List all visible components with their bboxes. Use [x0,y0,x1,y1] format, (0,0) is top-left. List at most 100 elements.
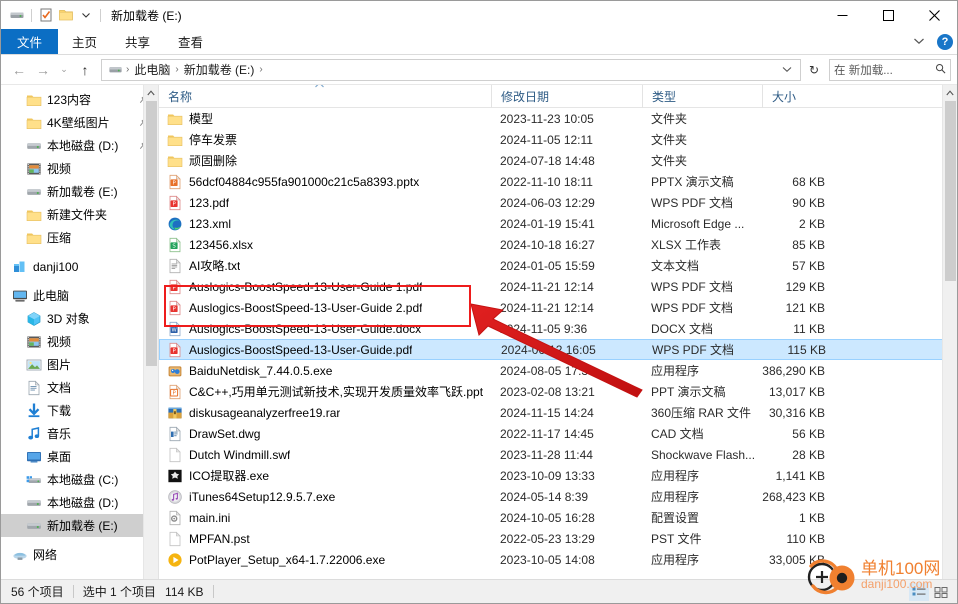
tab-file[interactable]: 文件 [1,29,59,54]
sidebar-item-10[interactable]: 视频 [1,330,158,353]
list-scroll-up-icon[interactable] [943,85,957,100]
sidebar-item-2[interactable]: 本地磁盘 (D:) [1,134,158,157]
sidebar-item-8[interactable]: 此电脑 [1,284,158,307]
file-name-cell[interactable]: BaiduNetdisk_7.44.0.5.exe [159,360,491,381]
file-name-cell[interactable]: P Auslogics-BoostSpeed-13-User-Guide.pdf [160,339,492,360]
sidebar-item-16[interactable]: 本地磁盘 (C:) [1,468,158,491]
column-header-size[interactable]: 大小 [762,85,837,108]
drive-icon[interactable] [7,5,27,25]
refresh-button[interactable]: ↻ [803,59,825,81]
sidebar-item-19[interactable]: 网络 [1,543,158,566]
file-name-cell[interactable]: iTunes64Setup12.9.5.7.exe [159,486,491,507]
file-name-cell[interactable]: P Auslogics-BoostSpeed-13-User-Guide 2.pd… [159,297,491,318]
sidebar-item-12[interactable]: 文档 [1,376,158,399]
sidebar-item-17[interactable]: 本地磁盘 (D:) [1,491,158,514]
file-name-cell[interactable]: PotPlayer_Setup_x64-1.7.22006.exe [159,549,491,570]
table-row[interactable]: 模型 2023-11-23 10:05 文件夹 [159,108,957,129]
collapse-ribbon-chevron-icon[interactable] [907,37,931,48]
recent-locations-button[interactable]: ⌄ [55,58,73,82]
properties-checkbox-icon[interactable] [36,5,56,25]
breadcrumb-separator-1[interactable]: › [173,64,180,75]
breadcrumb-dropdown-icon[interactable] [778,65,796,75]
up-button[interactable]: ↑ [73,58,97,82]
column-header-name[interactable]: 名称 [159,85,491,108]
table-row[interactable]: Dutch Windmill.swf 2023-11-28 11:44 Shockw… [159,444,957,465]
file-name-cell[interactable]: Dutch Windmill.swf [159,444,491,465]
table-row[interactable]: P Auslogics-BoostSpeed-13-User-Guide 1.pd… [159,276,957,297]
nav-scroll-thumb[interactable] [146,101,157,366]
breadcrumb-item-0[interactable]: 此电脑 [131,61,173,78]
sidebar-item-0[interactable]: 123内容 [1,88,158,111]
large-icons-view-icon[interactable] [931,583,951,601]
table-row[interactable]: BaiduNetdisk_7.44.0.5.exe 2024-08-05 17:3… [159,360,957,381]
file-name-cell[interactable]: S 123456.xlsx [159,234,491,255]
file-name-cell[interactable]: diskusageanalyzerfree19.rar [159,402,491,423]
sidebar-item-14[interactable]: 音乐 [1,422,158,445]
file-name-cell[interactable]: W Auslogics-BoostSpeed-13-User-Guide.docx [159,318,491,339]
breadcrumb-separator-2[interactable]: › [257,64,264,75]
navigation-scrollbar[interactable] [143,85,158,589]
file-name-cell[interactable]: P 123.pdf [159,192,491,213]
new-folder-icon[interactable] [56,5,76,25]
maximize-button[interactable] [865,1,911,29]
file-name-cell[interactable]: ICO提取器.exe [159,465,491,486]
file-name-cell[interactable]: P Auslogics-BoostSpeed-13-User-Guide 1.pd… [159,276,491,297]
table-row[interactable]: P Auslogics-BoostSpeed-13-User-Guide 2.pd… [159,297,957,318]
table-row[interactable]: diskusageanalyzerfree19.rar 2024-11-15 14… [159,402,957,423]
breadcrumb[interactable]: › 此电脑 › 新加载卷 (E:) › [101,58,801,81]
table-row[interactable]: AI攻略.txt 2024-01-05 15:59 文本文档 57 KB [159,255,957,276]
file-name-cell[interactable]: 停车发票 [159,129,491,150]
sidebar-item-18[interactable]: 新加载卷 (E:) [1,514,158,537]
nav-scroll-up-icon[interactable] [144,85,158,100]
table-row[interactable]: PotPlayer_Setup_x64-1.7.22006.exe 2023-10… [159,549,957,570]
file-name-cell[interactable]: P 56dcf04884c955fa901000c21c5a8393.pptx [159,171,491,192]
search-input[interactable]: 在 新加载... [829,58,951,81]
table-row[interactable]: P 56dcf04884c955fa901000c21c5a8393.pptx 20… [159,171,957,192]
table-row[interactable]: 顽固删除 2024-07-18 14:48 文件夹 [159,150,957,171]
sidebar-item-11[interactable]: 图片 [1,353,158,376]
file-name-cell[interactable]: MPFAN.pst [159,528,491,549]
sidebar-item-9[interactable]: 3D 对象 [1,307,158,330]
table-row[interactable]: W Auslogics-BoostSpeed-13-User-Guide.docx… [159,318,957,339]
file-name-cell[interactable]: DrawSet.dwg [159,423,491,444]
table-row[interactable]: 123.xml 2024-01-19 15:41 Microsoft Edge ..… [159,213,957,234]
sidebar-item-15[interactable]: 桌面 [1,445,158,468]
file-name-cell[interactable]: 123.xml [159,213,491,234]
table-row[interactable]: P Auslogics-BoostSpeed-13-User-Guide.pdf 2… [159,339,957,360]
back-button[interactable]: ← [7,58,31,82]
breadcrumb-item-1[interactable]: 新加载卷 (E:) [181,61,258,78]
sidebar-item-3[interactable]: 视频 [1,157,158,180]
details-view-icon[interactable] [909,583,929,601]
tab-share[interactable]: 共享 [111,29,164,54]
table-row[interactable]: 停车发票 2024-11-05 12:11 文件夹 [159,129,957,150]
sidebar-item-4[interactable]: 新加载卷 (E:) [1,180,158,203]
file-list-scrollbar[interactable] [942,85,957,589]
list-scroll-thumb[interactable] [945,101,956,281]
sidebar-item-7[interactable]: danji100 [1,255,158,278]
close-button[interactable] [911,1,957,29]
help-icon[interactable]: ? [937,34,953,50]
file-name-cell[interactable]: 模型 [159,108,491,129]
table-row[interactable]: P C&C++,巧用单元测试新技术,实现开发质量效率飞跃.ppt 2023-02-0… [159,381,957,402]
table-row[interactable]: ICO提取器.exe 2023-10-09 13:33 应用程序 1,141 KB [159,465,957,486]
forward-button[interactable]: → [31,58,55,82]
tab-home[interactable]: 主页 [58,29,111,54]
customize-qat-chevron-icon[interactable] [76,5,96,25]
file-name-cell[interactable]: 顽固删除 [159,150,491,171]
table-row[interactable]: P 123.pdf 2024-06-03 12:29 WPS PDF 文档 90 KB [159,192,957,213]
breadcrumb-separator-0[interactable]: › [124,64,131,75]
file-name-cell[interactable]: main.ini [159,507,491,528]
tab-view[interactable]: 查看 [164,29,217,54]
sidebar-item-6[interactable]: 压缩 [1,226,158,249]
column-header-type[interactable]: 类型 [642,85,762,108]
sidebar-item-1[interactable]: 4K壁纸图片 [1,111,158,134]
sidebar-item-13[interactable]: 下载 [1,399,158,422]
table-row[interactable]: main.ini 2024-10-05 16:28 配置设置 1 KB [159,507,957,528]
file-name-cell[interactable]: P C&C++,巧用单元测试新技术,实现开发质量效率飞跃.ppt [159,381,491,402]
table-row[interactable]: MPFAN.pst 2022-05-23 13:29 PST 文件 110 KB [159,528,957,549]
table-row[interactable]: DrawSet.dwg 2022-11-17 14:45 CAD 文档 56 KB [159,423,957,444]
sidebar-item-5[interactable]: 新建文件夹 [1,203,158,226]
table-row[interactable]: S 123456.xlsx 2024-10-18 16:27 XLSX 工作表 85 K… [159,234,957,255]
column-header-date[interactable]: 修改日期 [491,85,642,108]
file-name-cell[interactable]: AI攻略.txt [159,255,491,276]
